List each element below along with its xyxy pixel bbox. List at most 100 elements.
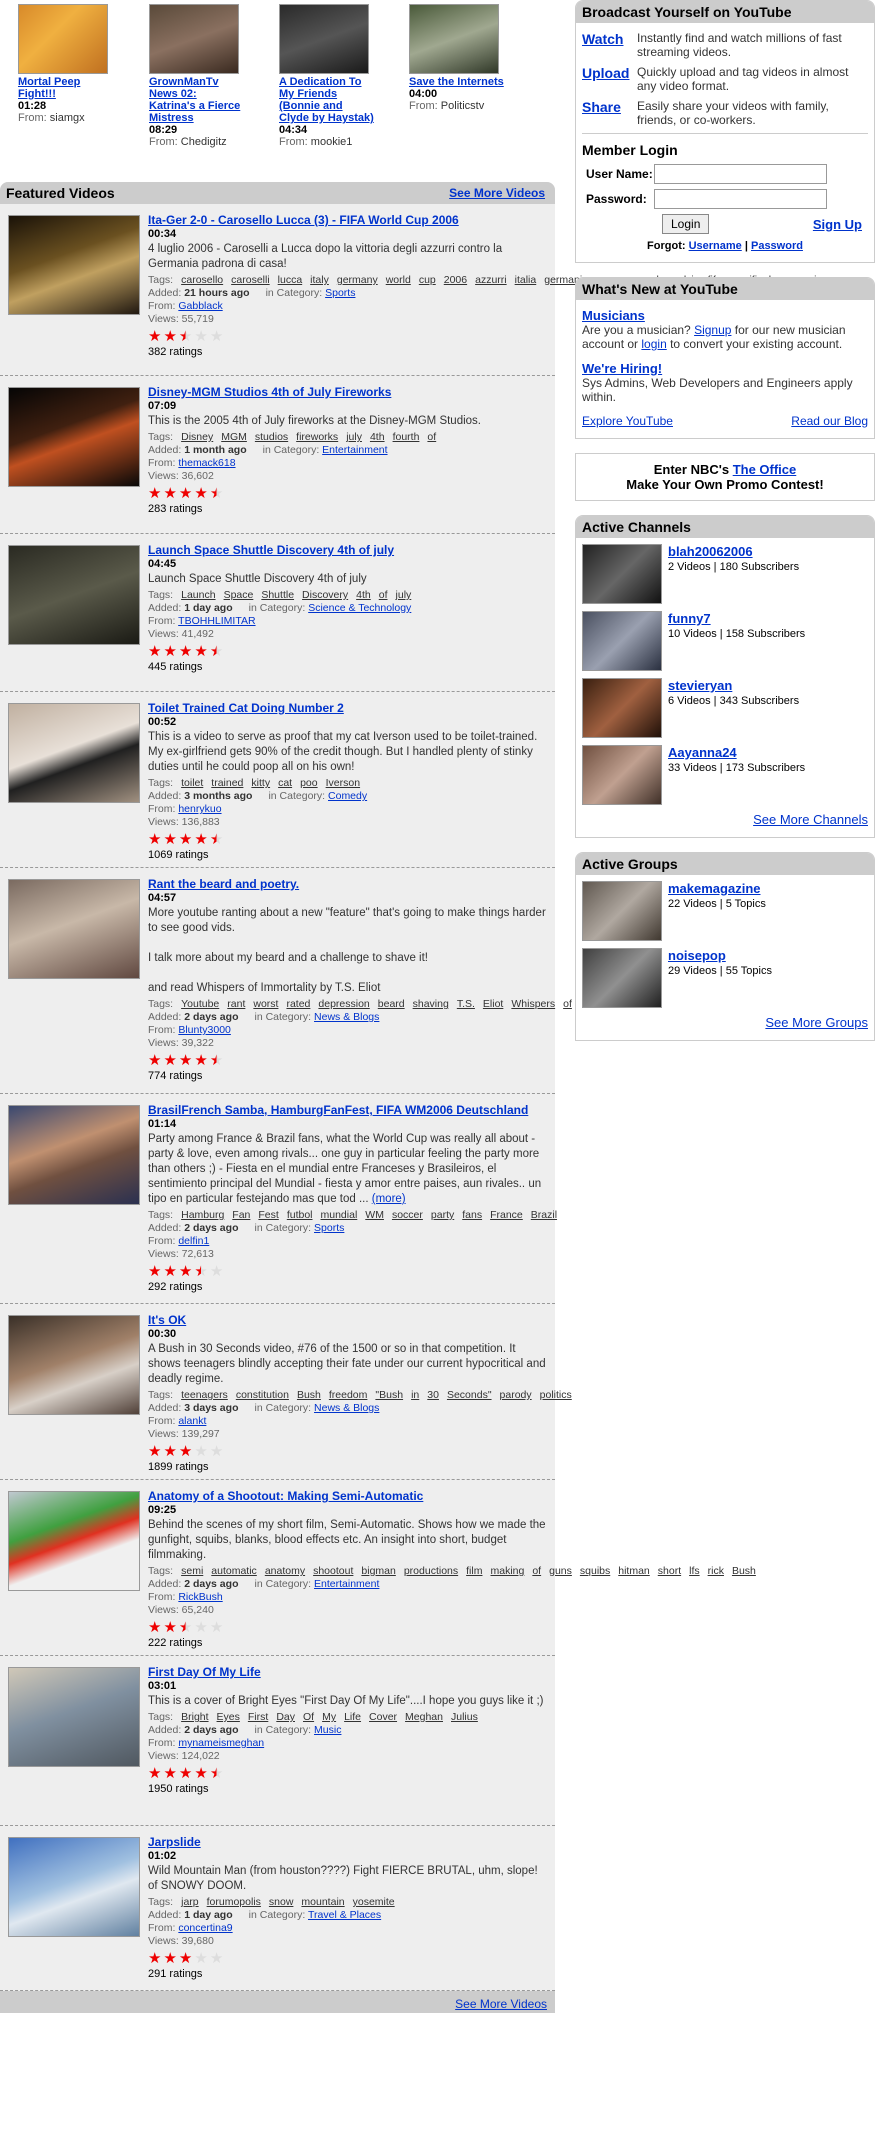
forgot-password-link[interactable]: Password xyxy=(751,240,803,252)
tag-link[interactable]: mountain xyxy=(301,1896,344,1908)
video-thumbnail[interactable] xyxy=(8,1667,140,1767)
channel-thumbnail[interactable] xyxy=(582,611,662,671)
tag-link[interactable]: Youtube xyxy=(181,998,219,1010)
channel-thumbnail[interactable] xyxy=(582,745,662,805)
video-title-link[interactable]: Anatomy of a Shootout: Making Semi-Autom… xyxy=(148,1489,423,1503)
tag-link[interactable]: fourth xyxy=(393,431,420,443)
tag-link[interactable]: 4th xyxy=(370,431,385,443)
musicians-link[interactable]: Musicians xyxy=(582,308,645,323)
recent-video-title[interactable]: GrownManTv News 02: Katrina's a Fierce M… xyxy=(149,76,240,124)
tag-link[interactable]: First xyxy=(248,1711,268,1723)
tag-link[interactable]: bigman xyxy=(361,1565,395,1577)
video-title-link[interactable]: Jarpslide xyxy=(148,1835,201,1849)
category-link[interactable]: Travel & Places xyxy=(308,1909,381,1921)
tag-link[interactable]: freedom xyxy=(329,1389,368,1401)
tag-link[interactable]: squibs xyxy=(580,1565,610,1577)
upload-link[interactable]: Upload xyxy=(582,65,629,81)
tag-link[interactable]: azzurri xyxy=(475,274,507,286)
video-title-link[interactable]: First Day Of My Life xyxy=(148,1665,261,1679)
musician-login-link[interactable]: login xyxy=(641,337,666,351)
video-thumbnail[interactable] xyxy=(8,1105,140,1205)
tag-link[interactable]: France xyxy=(490,1209,523,1221)
tag-link[interactable]: Fan xyxy=(232,1209,250,1221)
tag-link[interactable]: july xyxy=(396,589,412,601)
author-link[interactable]: themack618 xyxy=(178,457,235,469)
tag-link[interactable]: MGM xyxy=(221,431,247,443)
tag-link[interactable]: kitty xyxy=(251,777,270,789)
tag-link[interactable]: trained xyxy=(211,777,243,789)
video-title-link[interactable]: Ita-Ger 2-0 - Carosello Lucca (3) - FIFA… xyxy=(148,213,459,227)
tag-link[interactable]: worst xyxy=(253,998,278,1010)
tag-link[interactable]: constitution xyxy=(236,1389,289,1401)
tag-link[interactable]: guns xyxy=(549,1565,572,1577)
signup-link[interactable]: Sign Up xyxy=(813,217,862,232)
see-more-channels-link[interactable]: See More Channels xyxy=(753,812,868,827)
password-input[interactable] xyxy=(654,189,827,209)
tag-link[interactable]: Discovery xyxy=(302,589,348,601)
tag-link[interactable]: Whispers xyxy=(511,998,555,1010)
tag-link[interactable]: 2006 xyxy=(444,274,467,286)
tag-link[interactable]: poo xyxy=(300,777,318,789)
tag-link[interactable]: toilet xyxy=(181,777,203,789)
tag-link[interactable]: of xyxy=(563,998,572,1010)
explore-youtube-link[interactable]: Explore YouTube xyxy=(582,414,673,428)
author-link[interactable]: mynameismeghan xyxy=(178,1737,264,1749)
tag-link[interactable]: WM xyxy=(365,1209,384,1221)
tag-link[interactable]: italia xyxy=(515,274,537,286)
tag-link[interactable]: rick xyxy=(708,1565,724,1577)
author-link[interactable]: RickBush xyxy=(178,1591,222,1603)
tag-link[interactable]: productions xyxy=(404,1565,458,1577)
tag-link[interactable]: T.S. xyxy=(457,998,475,1010)
tag-link[interactable]: fans xyxy=(462,1209,482,1221)
video-thumbnail[interactable] xyxy=(279,4,369,74)
hiring-link[interactable]: We're Hiring! xyxy=(582,361,662,376)
tag-link[interactable]: studios xyxy=(255,431,288,443)
tag-link[interactable]: Bush xyxy=(732,1565,756,1577)
tag-link[interactable]: germany xyxy=(337,274,378,286)
tag-link[interactable]: jarp xyxy=(181,1896,199,1908)
tag-link[interactable]: 30 xyxy=(427,1389,439,1401)
tag-link[interactable]: Shuttle xyxy=(261,589,294,601)
author-link[interactable]: TBOHHLIMITAR xyxy=(178,615,255,627)
the-office-link[interactable]: The Office xyxy=(733,462,797,477)
tag-link[interactable]: "Bush xyxy=(375,1389,403,1401)
tag-link[interactable]: rant xyxy=(227,998,245,1010)
video-thumbnail[interactable] xyxy=(8,215,140,315)
see-more-groups-link[interactable]: See More Groups xyxy=(765,1015,868,1030)
video-thumbnail[interactable] xyxy=(8,1315,140,1415)
channel-thumbnail[interactable] xyxy=(582,678,662,738)
tag-link[interactable]: film xyxy=(466,1565,482,1577)
tag-link[interactable]: carosello xyxy=(181,274,223,286)
author-link[interactable]: Gabblack xyxy=(178,300,222,312)
group-thumbnail[interactable] xyxy=(582,881,662,941)
tag-link[interactable]: of xyxy=(532,1565,541,1577)
tag-link[interactable]: rated xyxy=(286,998,310,1010)
group-name-link[interactable]: makemagazine xyxy=(668,881,761,896)
category-link[interactable]: Comedy xyxy=(328,790,367,802)
channel-thumbnail[interactable] xyxy=(582,544,662,604)
category-link[interactable]: Sports xyxy=(314,1222,344,1234)
tag-link[interactable]: Disney xyxy=(181,431,213,443)
more-link[interactable]: (more) xyxy=(372,1193,406,1205)
channel-name-link[interactable]: Aayanna24 xyxy=(668,745,737,760)
tag-link[interactable]: caroselli xyxy=(231,274,270,286)
tag-link[interactable]: shaving xyxy=(413,998,449,1010)
video-thumbnail[interactable] xyxy=(149,4,239,74)
tag-link[interactable]: mundial xyxy=(321,1209,358,1221)
tag-link[interactable]: forumopolis xyxy=(207,1896,261,1908)
tag-link[interactable]: lfs xyxy=(689,1565,700,1577)
video-thumbnail[interactable] xyxy=(8,387,140,487)
tag-link[interactable]: semi xyxy=(181,1565,203,1577)
musician-signup-link[interactable]: Signup xyxy=(694,323,731,337)
category-link[interactable]: Entertainment xyxy=(314,1578,379,1590)
see-more-videos-link[interactable]: See More Videos xyxy=(449,186,545,200)
tag-link[interactable]: Of xyxy=(303,1711,314,1723)
tag-link[interactable]: Space xyxy=(224,589,254,601)
tag-link[interactable]: futbol xyxy=(287,1209,313,1221)
tag-link[interactable]: Bush xyxy=(297,1389,321,1401)
tag-link[interactable]: Cover xyxy=(369,1711,397,1723)
tag-link[interactable]: making xyxy=(490,1565,524,1577)
tag-link[interactable]: of xyxy=(379,589,388,601)
video-thumbnail[interactable] xyxy=(8,1837,140,1937)
category-link[interactable]: Science & Technology xyxy=(308,602,411,614)
